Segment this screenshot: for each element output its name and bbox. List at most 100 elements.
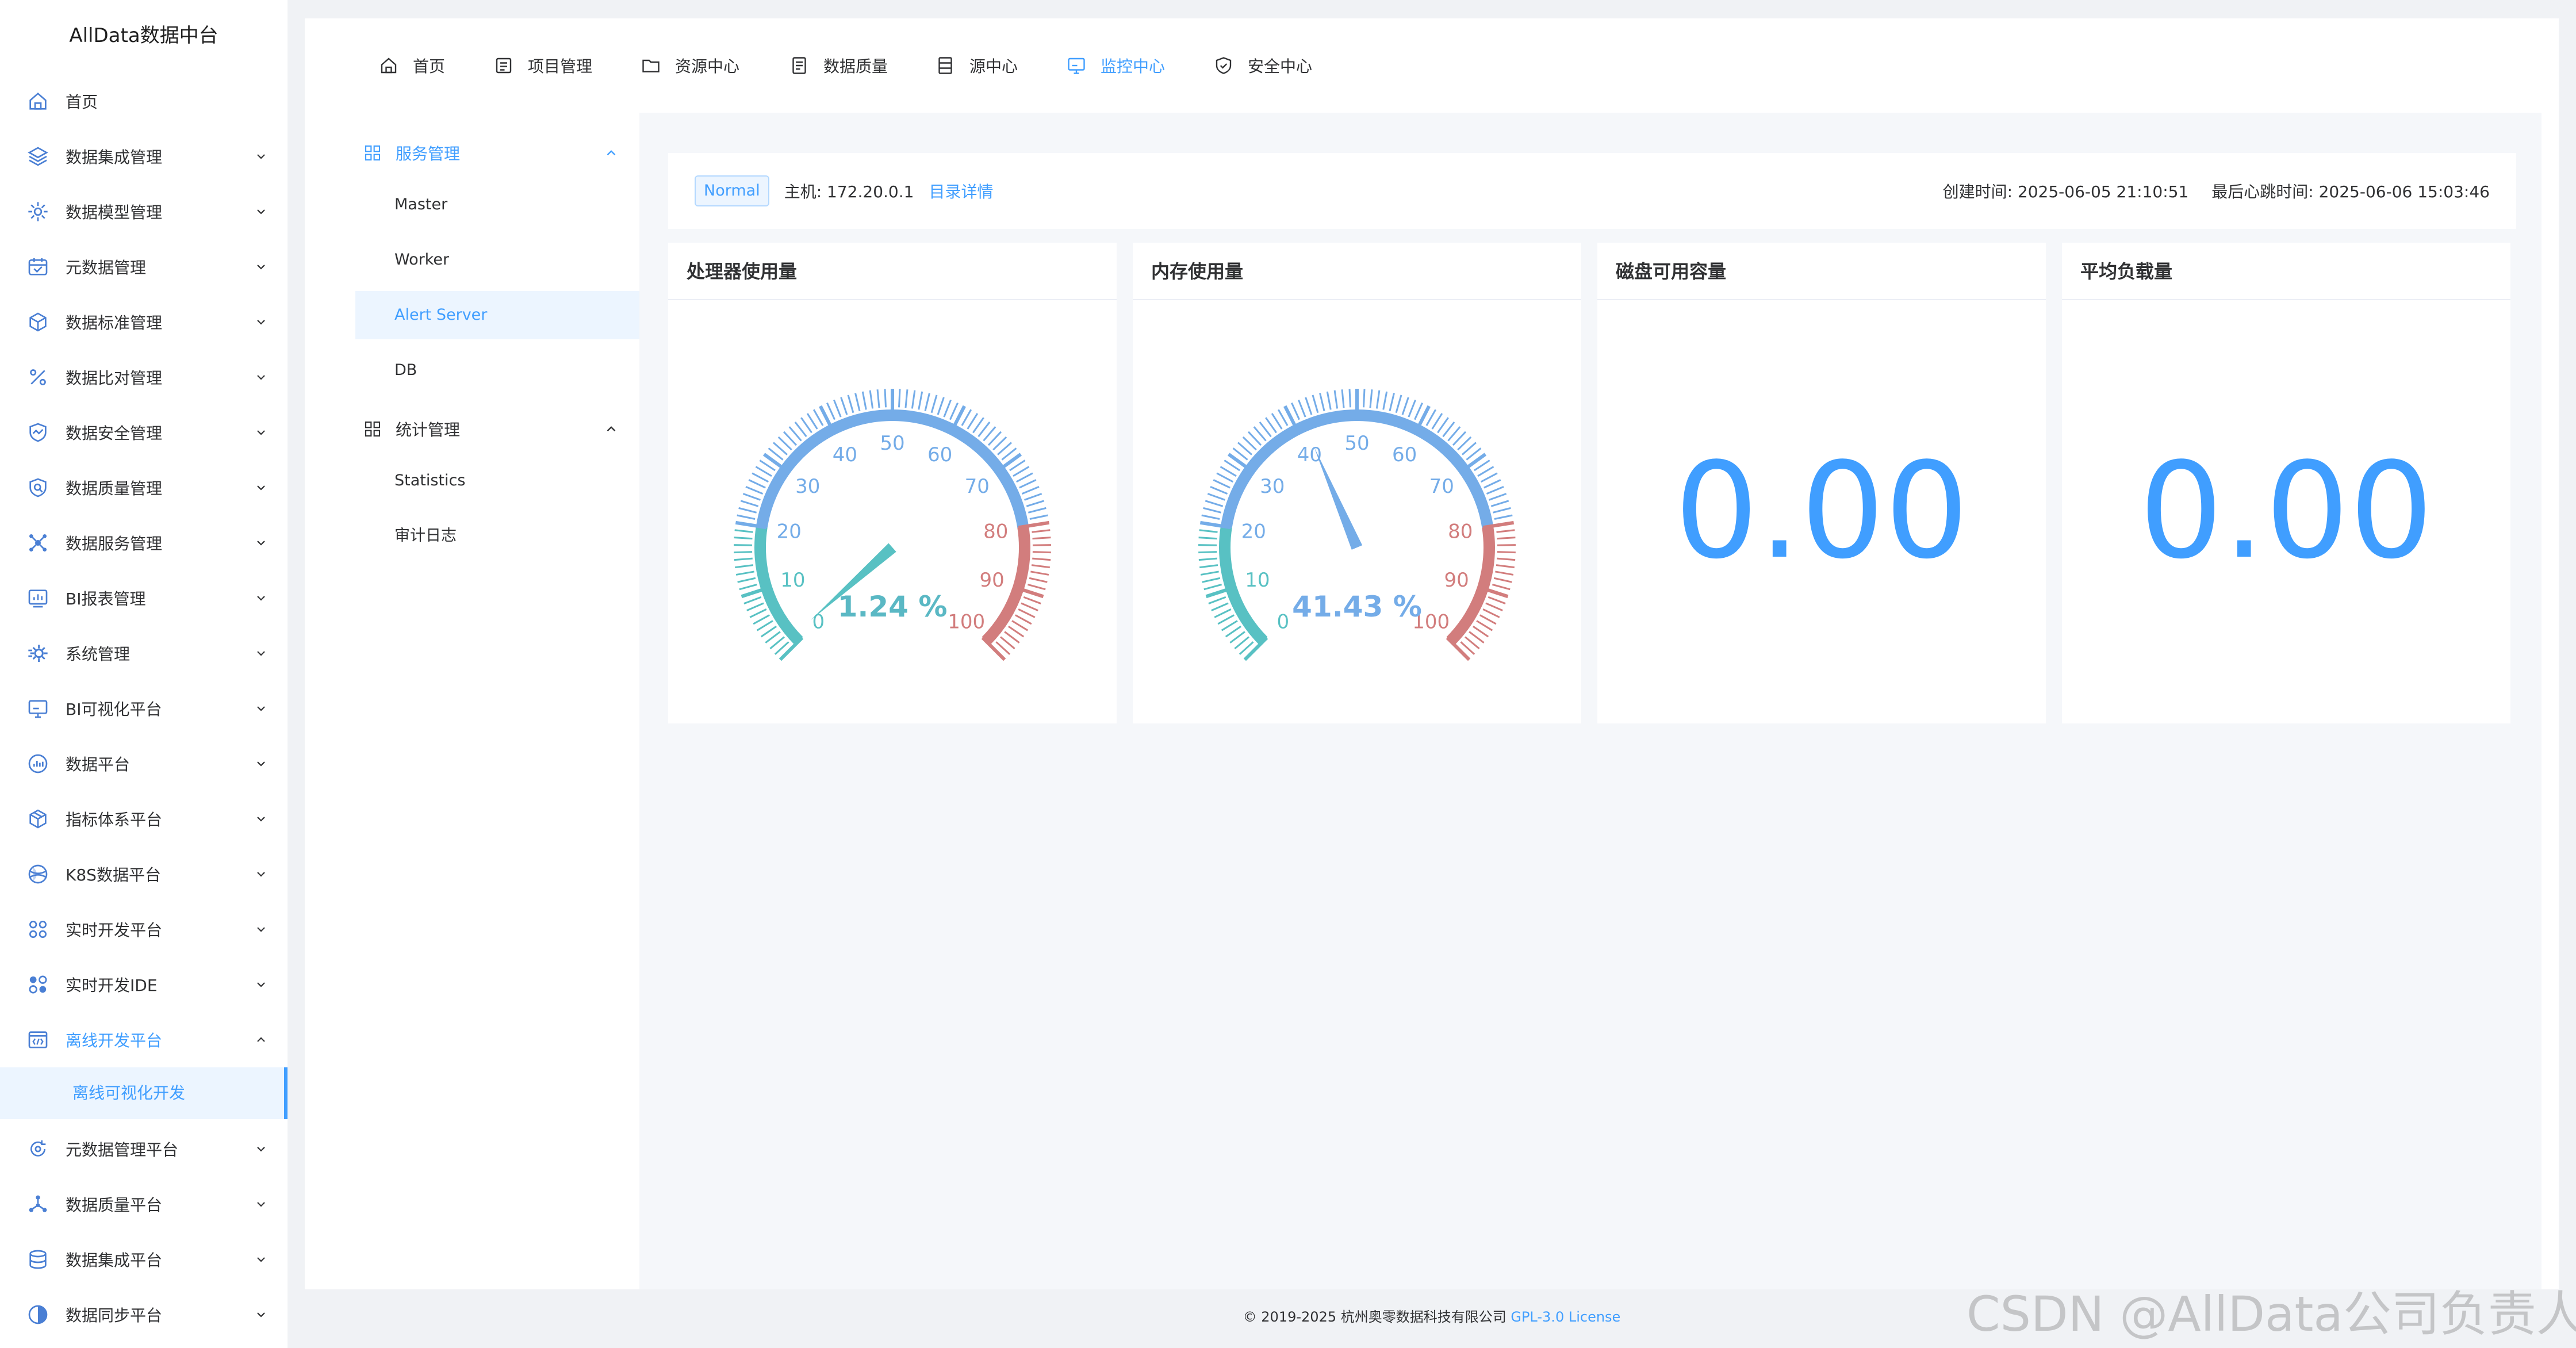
sidebar-item-label: 数据标准管理 bbox=[66, 313, 163, 332]
sidebar-item-7[interactable]: 数据质量管理 bbox=[0, 460, 288, 515]
metric-card-1: 内存使用量 0 10 20 30 40 50 60 70 80 90 100 41.43 % bbox=[1133, 243, 1581, 723]
gauge-tick bbox=[1030, 570, 1049, 576]
sidebar-item-offline-visual-dev[interactable]: 离线可视化开发 bbox=[0, 1067, 288, 1119]
sidebar-item-label: 数据同步平台 bbox=[66, 1306, 163, 1325]
sidebar-item-20[interactable]: 数据集成平台 bbox=[0, 1232, 288, 1287]
chevron-down-icon bbox=[257, 320, 265, 325]
subnav-item-worker[interactable]: Worker bbox=[331, 236, 626, 284]
gauge-tick bbox=[1414, 402, 1423, 420]
sidebar-item-0[interactable]: 首页 bbox=[0, 74, 288, 129]
sidebar-icon-wrap bbox=[26, 1028, 49, 1051]
gauge-tick bbox=[847, 395, 854, 413]
gauge-tick bbox=[1492, 507, 1511, 514]
server-info-bar: Normal 主机: 172.20.0.1 目录详情 创建时间: 2025-06… bbox=[668, 153, 2516, 229]
sidebar-item-1[interactable]: 数据集成管理 bbox=[0, 129, 288, 184]
home-icon bbox=[381, 58, 397, 74]
monitor-icon bbox=[1068, 58, 1085, 74]
top-nav-label: 资源中心 bbox=[675, 57, 740, 76]
home-icon bbox=[29, 92, 47, 110]
gauge-tick bbox=[1493, 577, 1512, 583]
cube-icon bbox=[29, 312, 47, 332]
sidebar-item-16[interactable]: 实时开发IDE bbox=[0, 957, 288, 1012]
gauge-tick bbox=[1401, 397, 1409, 415]
system-gear-icon bbox=[28, 645, 48, 662]
sidebar-item-18[interactable]: 元数据管理平台 bbox=[0, 1121, 288, 1177]
top-nav-monitor[interactable]: 监控中心 bbox=[1066, 54, 1165, 77]
sidebar-item-label: 数据安全管理 bbox=[66, 424, 163, 443]
gauge-tick bbox=[734, 564, 754, 569]
gauge-tick bbox=[734, 529, 753, 533]
gauge-tick-label: 30 bbox=[795, 475, 820, 498]
search-icon bbox=[29, 478, 47, 497]
gauge-tick bbox=[1341, 389, 1345, 408]
sidebar-item-19[interactable]: 数据质量平台 bbox=[0, 1177, 288, 1232]
gauge-tick bbox=[943, 399, 952, 418]
sidebar-icon-wrap bbox=[26, 531, 49, 554]
sidebar-item-17[interactable]: 离线开发平台 bbox=[0, 1012, 288, 1067]
gauge-tick bbox=[1013, 466, 1030, 477]
chevron-down-icon bbox=[257, 154, 265, 159]
subnav-item-审计日志[interactable]: 审计日志 bbox=[331, 512, 626, 560]
gauge-tick-label: 90 bbox=[979, 569, 1004, 592]
gauge-tick bbox=[840, 397, 848, 415]
directory-detail-link[interactable]: 目录详情 bbox=[929, 179, 993, 202]
subnav-group-0[interactable]: 服务管理 bbox=[331, 125, 639, 181]
main-panel: 首页 项目管理 资源中心 数据质量 源中心 监控中心 安全中心 服务管理 Master Work… bbox=[305, 18, 2559, 1289]
sidebar-item-label: K8S数据平台 bbox=[66, 866, 161, 884]
top-nav-shield-check[interactable]: 安全中心 bbox=[1213, 54, 1312, 77]
top-nav-folder[interactable]: 资源中心 bbox=[641, 54, 739, 77]
sidebar-item-13[interactable]: 指标体系平台 bbox=[0, 791, 288, 847]
sidebar-item-2[interactable]: 数据模型管理 bbox=[0, 184, 288, 239]
sidebar-item-9[interactable]: BI报表管理 bbox=[0, 570, 288, 626]
gauge-tick bbox=[756, 620, 773, 631]
heartbeat-time: 最后心跳时间: 2025-06-06 15:03:46 bbox=[2211, 182, 2490, 201]
sidebar-item-10[interactable]: 系统管理 bbox=[0, 626, 288, 681]
gauge-tick bbox=[967, 413, 979, 430]
sidebar-item-4[interactable]: 数据标准管理 bbox=[0, 294, 288, 350]
subnav-item-db[interactable]: DB bbox=[331, 346, 626, 395]
top-nav-quality[interactable]: 数据质量 bbox=[789, 54, 888, 77]
sidebar-item-6[interactable]: 数据安全管理 bbox=[0, 405, 288, 460]
metric-card-title: 处理器使用量 bbox=[668, 243, 1117, 300]
sidebar-item-12[interactable]: 数据平台 bbox=[0, 736, 288, 791]
gauge-tick bbox=[748, 479, 766, 489]
metric-card-body: 0.00 bbox=[2062, 300, 2510, 722]
sidebar-item-label: 数据比对管理 bbox=[66, 369, 163, 388]
top-nav-home[interactable]: 首页 bbox=[378, 54, 445, 77]
metric-big-number: 0.00 bbox=[1674, 434, 1969, 588]
top-nav-datasource[interactable]: 源中心 bbox=[935, 54, 1018, 77]
gauge-tick bbox=[1031, 564, 1051, 569]
subnav-item-master[interactable]: Master bbox=[331, 181, 626, 229]
sidebar-item-3[interactable]: 元数据管理 bbox=[0, 239, 288, 294]
gauge-tick bbox=[1199, 529, 1218, 533]
top-nav-project[interactable]: 项目管理 bbox=[493, 54, 592, 77]
chevron-down-icon bbox=[257, 1147, 265, 1152]
subnav-item-statistics[interactable]: Statistics bbox=[331, 457, 626, 505]
gauge-tick bbox=[743, 596, 762, 604]
gauge-tick bbox=[737, 577, 756, 583]
chevron-down-icon bbox=[257, 651, 265, 656]
sidebar-item-5[interactable]: 数据比对管理 bbox=[0, 350, 288, 405]
gauge-tick-label: 100 bbox=[948, 611, 985, 634]
sidebar-item-14[interactable]: K8S数据平台 bbox=[0, 847, 288, 902]
gauge-tick bbox=[861, 391, 867, 410]
subnav-item-alert-server[interactable]: Alert Server bbox=[355, 291, 650, 339]
sidebar-item-11[interactable]: BI可视化平台 bbox=[0, 681, 288, 736]
gauge-tick bbox=[1369, 389, 1373, 408]
sidebar-item-15[interactable]: 实时开发平台 bbox=[0, 902, 288, 957]
sidebar-icon-wrap bbox=[26, 1138, 49, 1161]
chevron-down-icon bbox=[257, 817, 265, 822]
sidebar-item-label: 数据平台 bbox=[66, 755, 131, 774]
footer-license-link[interactable]: GPL-3.0 License bbox=[1511, 1309, 1620, 1325]
gauge-tick bbox=[1198, 544, 1217, 546]
sidebar-item-8[interactable]: 数据服务管理 bbox=[0, 515, 288, 570]
sidebar-icon-wrap bbox=[26, 200, 49, 223]
subnav-group-1[interactable]: 统计管理 bbox=[331, 401, 639, 457]
subnav-group-label: 服务管理 bbox=[396, 144, 461, 163]
gauge-tick bbox=[1480, 472, 1498, 483]
metric-card-title: 磁盘可用容量 bbox=[1597, 243, 2046, 300]
metric-card-title: 内存使用量 bbox=[1133, 243, 1581, 300]
sidebar-item-21[interactable]: 数据同步平台 bbox=[0, 1287, 288, 1342]
metric-card-3: 平均负载量 0.00 bbox=[2062, 243, 2510, 723]
chevron-down-icon bbox=[257, 872, 265, 877]
